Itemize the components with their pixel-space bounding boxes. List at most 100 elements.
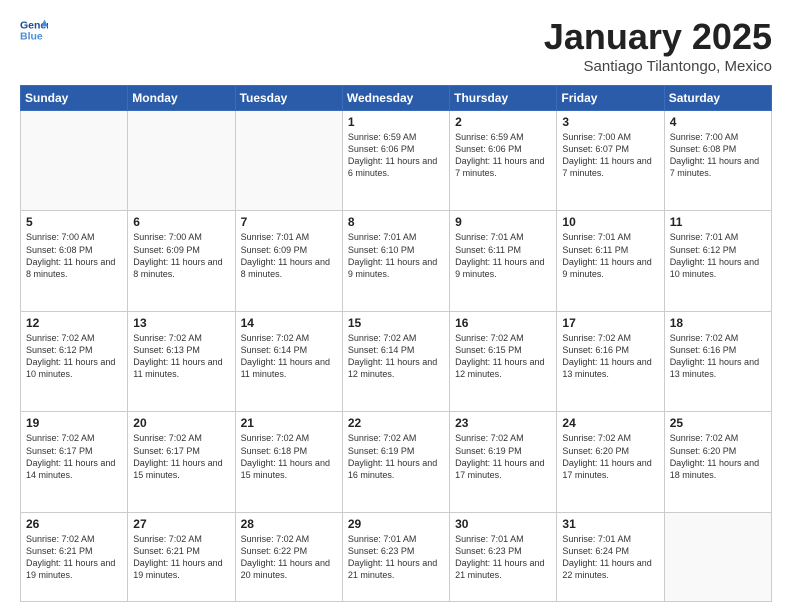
table-row: 2 Sunrise: 6:59 AM Sunset: 6:06 PM Daylig… [450, 111, 557, 211]
logo: GeneralBlue [20, 16, 48, 44]
col-saturday: Saturday [664, 86, 771, 111]
col-friday: Friday [557, 86, 664, 111]
day-number: 14 [241, 316, 337, 330]
table-row: 28 Sunrise: 7:02 AM Sunset: 6:22 PM Dayli… [235, 512, 342, 601]
day-info: Sunrise: 7:00 AM Sunset: 6:09 PM Dayligh… [133, 231, 229, 280]
day-number: 27 [133, 517, 229, 531]
day-info: Sunrise: 7:02 AM Sunset: 6:16 PM Dayligh… [562, 332, 658, 381]
col-monday: Monday [128, 86, 235, 111]
table-row: 3 Sunrise: 7:00 AM Sunset: 6:07 PM Daylig… [557, 111, 664, 211]
table-row [128, 111, 235, 211]
svg-text:Blue: Blue [20, 31, 43, 43]
table-row: 16Sunrise: 7:02 AM Sunset: 6:15 PM Dayli… [450, 311, 557, 411]
day-info: Sunrise: 7:02 AM Sunset: 6:22 PM Dayligh… [241, 533, 337, 582]
day-number: 20 [133, 416, 229, 430]
day-number: 25 [670, 416, 766, 430]
day-number: 10 [562, 215, 658, 229]
day-number: 18 [670, 316, 766, 330]
table-row: 15 Sunrise: 7:02 AM Sunset: 6:14 PM Dayli… [342, 311, 449, 411]
day-number: 24 [562, 416, 658, 430]
table-row: 30 Sunrise: 7:01 AM Sunset: 6:23 PM Dayli… [450, 512, 557, 601]
table-row: 6 Sunrise: 7:00 AM Sunset: 6:09 PM Daylig… [128, 211, 235, 311]
day-number: 29 [348, 517, 444, 531]
day-number: 19 [26, 416, 122, 430]
day-number: 28 [241, 517, 337, 531]
day-number: 1 [348, 115, 444, 129]
day-info: Sunrise: 7:01 AM Sunset: 6:10 PM Dayligh… [348, 231, 444, 280]
day-number: 21 [241, 416, 337, 430]
col-sunday: Sunday [21, 86, 128, 111]
table-row: 12 Sunrise: 7:02 AM Sunset: 6:12 PM Dayli… [21, 311, 128, 411]
title-section: January 2025 Santiago Tilantongo, Mexico [544, 16, 772, 75]
day-number: 15 [348, 316, 444, 330]
day-info: Sunrise: 7:02 AM Sunset: 6:14 PM Dayligh… [348, 332, 444, 381]
day-info: Sunrise: 7:01 AM Sunset: 6:23 PM Dayligh… [348, 533, 444, 582]
table-row: 26 Sunrise: 7:02 AM Sunset: 6:21 PM Dayli… [21, 512, 128, 601]
day-info: Sunrise: 7:02 AM Sunset: 6:17 PM Dayligh… [26, 432, 122, 481]
day-info: Sunrise: 7:02 AM Sunset: 6:19 PM Dayligh… [455, 432, 551, 481]
col-thursday: Thursday [450, 86, 557, 111]
table-row: 9 Sunrise: 7:01 AM Sunset: 6:11 PM Daylig… [450, 211, 557, 311]
table-row: 19 Sunrise: 7:02 AM Sunset: 6:17 PM Dayli… [21, 412, 128, 512]
header: GeneralBlue January 2025 Santiago Tilant… [20, 16, 772, 75]
day-info: Sunrise: 7:00 AM Sunset: 6:08 PM Dayligh… [670, 131, 766, 180]
day-number: 17 [562, 316, 658, 330]
day-info: Sunrise: 7:02 AM Sunset: 6:20 PM Dayligh… [562, 432, 658, 481]
day-info: Sunrise: 7:01 AM Sunset: 6:23 PM Dayligh… [455, 533, 551, 582]
day-info: Sunrise: 7:02 AM Sunset: 6:18 PM Dayligh… [241, 432, 337, 481]
day-info: Sunrise: 7:01 AM Sunset: 6:11 PM Dayligh… [455, 231, 551, 280]
day-number: 11 [670, 215, 766, 229]
table-row [21, 111, 128, 211]
day-info: Sunrise: 6:59 AM Sunset: 6:06 PM Dayligh… [455, 131, 551, 180]
calendar-header-row: Sunday Monday Tuesday Wednesday Thursday… [21, 86, 772, 111]
table-row: 14 Sunrise: 7:02 AM Sunset: 6:14 PM Dayli… [235, 311, 342, 411]
day-info: Sunrise: 7:02 AM Sunset: 6:17 PM Dayligh… [133, 432, 229, 481]
day-number: 2 [455, 115, 551, 129]
month-title: January 2025 [544, 16, 772, 58]
day-number: 4 [670, 115, 766, 129]
day-number: 12 [26, 316, 122, 330]
table-row: 22 Sunrise: 7:02 AM Sunset: 6:19 PM Dayli… [342, 412, 449, 512]
table-row: 7Sunrise: 7:01 AM Sunset: 6:09 PM Daylig… [235, 211, 342, 311]
day-number: 8 [348, 215, 444, 229]
day-info: Sunrise: 7:00 AM Sunset: 6:07 PM Dayligh… [562, 131, 658, 180]
day-info: Sunrise: 6:59 AM Sunset: 6:06 PM Dayligh… [348, 131, 444, 180]
table-row: 24 Sunrise: 7:02 AM Sunset: 6:20 PM Dayli… [557, 412, 664, 512]
page: GeneralBlue January 2025 Santiago Tilant… [0, 0, 792, 612]
day-info: Sunrise: 7:01 AM Sunset: 6:24 PM Dayligh… [562, 533, 658, 582]
table-row: 13Sunrise: 7:02 AM Sunset: 6:13 PM Dayli… [128, 311, 235, 411]
table-row: 18Sunrise: 7:02 AM Sunset: 6:16 PM Dayli… [664, 311, 771, 411]
table-row: 23Sunrise: 7:02 AM Sunset: 6:19 PM Dayli… [450, 412, 557, 512]
day-info: Sunrise: 7:01 AM Sunset: 6:09 PM Dayligh… [241, 231, 337, 280]
table-row: 29 Sunrise: 7:01 AM Sunset: 6:23 PM Dayli… [342, 512, 449, 601]
day-info: Sunrise: 7:02 AM Sunset: 6:19 PM Dayligh… [348, 432, 444, 481]
table-row: 5Sunrise: 7:00 AM Sunset: 6:08 PM Daylig… [21, 211, 128, 311]
table-row [664, 512, 771, 601]
day-info: Sunrise: 7:01 AM Sunset: 6:11 PM Dayligh… [562, 231, 658, 280]
day-number: 22 [348, 416, 444, 430]
table-row: 1 Sunrise: 6:59 AM Sunset: 6:06 PM Daylig… [342, 111, 449, 211]
table-row: 11Sunrise: 7:01 AM Sunset: 6:12 PM Dayli… [664, 211, 771, 311]
location: Santiago Tilantongo, Mexico [544, 58, 772, 75]
day-number: 6 [133, 215, 229, 229]
day-number: 30 [455, 517, 551, 531]
table-row: 17 Sunrise: 7:02 AM Sunset: 6:16 PM Dayli… [557, 311, 664, 411]
col-wednesday: Wednesday [342, 86, 449, 111]
table-row: 10 Sunrise: 7:01 AM Sunset: 6:11 PM Dayli… [557, 211, 664, 311]
table-row: 20 Sunrise: 7:02 AM Sunset: 6:17 PM Dayli… [128, 412, 235, 512]
table-row [235, 111, 342, 211]
table-row: 31Sunrise: 7:01 AM Sunset: 6:24 PM Dayli… [557, 512, 664, 601]
table-row: 8 Sunrise: 7:01 AM Sunset: 6:10 PM Daylig… [342, 211, 449, 311]
day-number: 16 [455, 316, 551, 330]
day-number: 9 [455, 215, 551, 229]
day-info: Sunrise: 7:02 AM Sunset: 6:21 PM Dayligh… [26, 533, 122, 582]
table-row: 27Sunrise: 7:02 AM Sunset: 6:21 PM Dayli… [128, 512, 235, 601]
day-number: 3 [562, 115, 658, 129]
logo-icon: GeneralBlue [20, 16, 48, 44]
calendar-table: Sunday Monday Tuesday Wednesday Thursday… [20, 85, 772, 602]
day-number: 13 [133, 316, 229, 330]
day-info: Sunrise: 7:02 AM Sunset: 6:12 PM Dayligh… [26, 332, 122, 381]
day-info: Sunrise: 7:02 AM Sunset: 6:14 PM Dayligh… [241, 332, 337, 381]
day-number: 26 [26, 517, 122, 531]
table-row: 25Sunrise: 7:02 AM Sunset: 6:20 PM Dayli… [664, 412, 771, 512]
